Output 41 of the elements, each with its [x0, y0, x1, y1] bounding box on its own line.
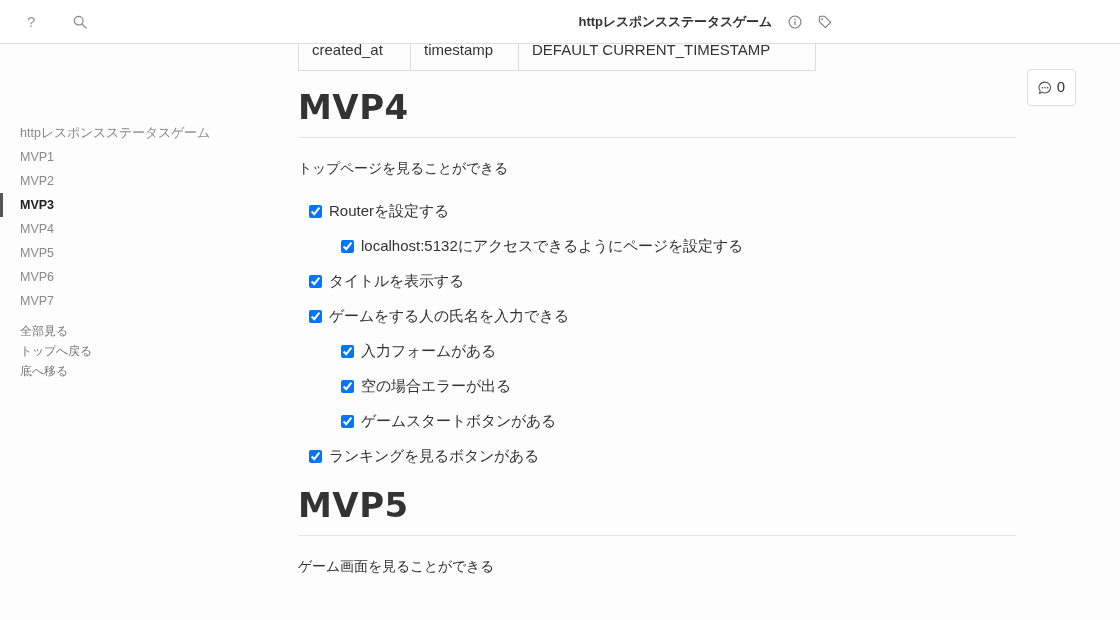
table-cell: DEFAULT CURRENT_TIMESTAMP	[518, 44, 816, 71]
toc-link[interactable]: httpレスポンスステータスゲーム	[0, 121, 216, 145]
task-text: タイトルを表示する	[329, 271, 464, 291]
toc-link[interactable]: 底へ移る	[0, 361, 74, 381]
task-text: 空の場合エラーが出る	[361, 376, 511, 396]
task-text: ゲームスタートボタンがある	[361, 411, 556, 431]
search-icon[interactable]	[73, 14, 88, 29]
comment-button[interactable]: 0	[1027, 69, 1076, 106]
toc-link[interactable]: MVP2	[0, 169, 61, 193]
toc-link[interactable]: 全部見る	[0, 321, 74, 341]
section-text: ゲーム画面を見ることができる	[298, 557, 495, 576]
checkbox[interactable]	[309, 204, 322, 218]
toc-link[interactable]: MVP4	[0, 217, 61, 241]
table-cell: timestamp	[410, 44, 519, 71]
toc-link[interactable]: MVP5	[0, 241, 61, 265]
speech-bubble-icon	[1037, 80, 1052, 95]
checkbox[interactable]	[309, 449, 322, 463]
section-text: トップページを見ることができる	[298, 159, 509, 178]
task-text: Routerを設定する	[329, 201, 450, 221]
info-icon[interactable]	[788, 14, 802, 29]
checkbox[interactable]	[341, 414, 354, 428]
checkbox[interactable]	[309, 274, 322, 288]
checkbox[interactable]	[309, 309, 322, 323]
table-cell: created_at	[298, 44, 411, 71]
task-text: localhost:5132にアクセスできるようにページを設定する	[361, 236, 743, 256]
toc-link[interactable]: トップへ戻る	[0, 341, 98, 361]
checkbox[interactable]	[341, 379, 354, 393]
toc-link[interactable]: MVP3	[0, 193, 61, 217]
task-text: ランキングを見るボタンがある	[329, 446, 539, 466]
section-heading: MVP4	[298, 87, 1016, 138]
checkbox[interactable]	[341, 239, 354, 253]
toc-link[interactable]: MVP1	[0, 145, 61, 169]
tag-icon[interactable]	[818, 14, 832, 29]
section-heading: MVP5	[298, 485, 1016, 536]
toc-link[interactable]: MVP6	[0, 265, 61, 289]
toc-link[interactable]: MVP7	[0, 289, 61, 313]
task-text: ゲームをする人の氏名を入力できる	[329, 306, 569, 326]
task-text: 入力フォームがある	[361, 341, 496, 361]
page-title: httpレスポンスステータスゲーム	[578, 12, 772, 31]
checkbox[interactable]	[341, 344, 354, 358]
help-button[interactable]: ?	[25, 11, 38, 32]
